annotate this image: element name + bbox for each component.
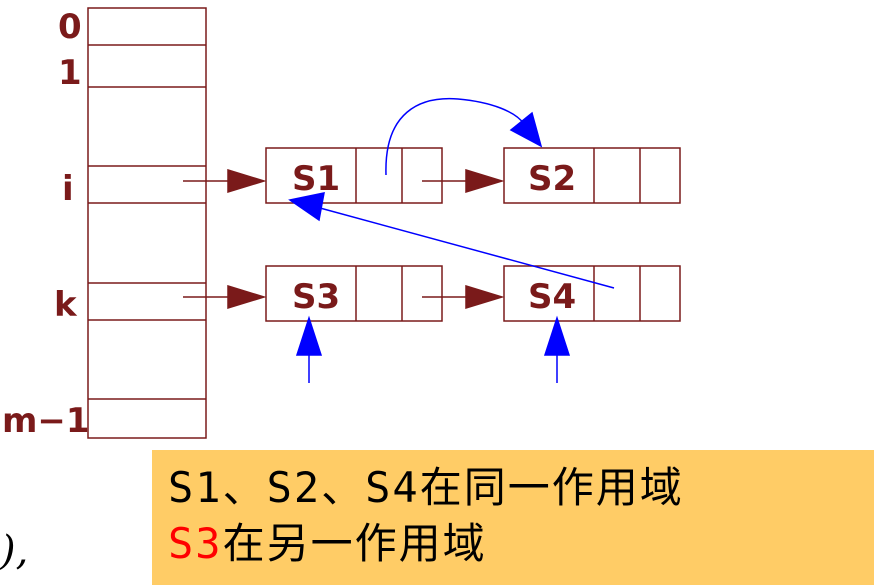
row-label-i: i [62, 169, 74, 209]
stray-punctuation: ), [0, 528, 29, 574]
pointer-up-s4-head [543, 315, 571, 356]
node-s2-label: S2 [528, 159, 576, 199]
row-label-m-minus-1: m−1 [2, 401, 90, 441]
curve-s1-to-s2-head [509, 111, 543, 148]
scope-note-s3: S3 [168, 519, 223, 568]
row-label-k: k [54, 285, 78, 325]
arrow-s3-to-s4-head [465, 284, 505, 310]
hash-table-outline [87, 7, 207, 439]
hash-table [87, 7, 207, 439]
row-label-0: 0 [58, 7, 82, 47]
scope-note-line-1: S1、S2、S4在同一作用域 [168, 463, 684, 512]
node-s4-label: S4 [528, 277, 576, 317]
node-s3-label: S3 [292, 277, 340, 317]
scope-note-box: S1、S2、S4在同一作用域 S3在另一作用域 [152, 450, 874, 585]
pointer-s4-to-s1 [319, 207, 615, 289]
scope-note-line-2-rest: 在另一作用域 [222, 519, 487, 568]
scope-note-line-2: S3在另一作用域 [168, 516, 874, 572]
link-arrows [183, 168, 505, 310]
arrow-s1-to-s2-head [465, 168, 505, 194]
pointer-up-s3-head [295, 315, 323, 356]
arrow-i-to-s1-head [227, 168, 267, 194]
node-s1-label: S1 [292, 159, 340, 199]
row-label-1: 1 [58, 53, 82, 93]
scope-pointers [288, 97, 615, 383]
arrow-k-to-s3-head [227, 284, 267, 310]
